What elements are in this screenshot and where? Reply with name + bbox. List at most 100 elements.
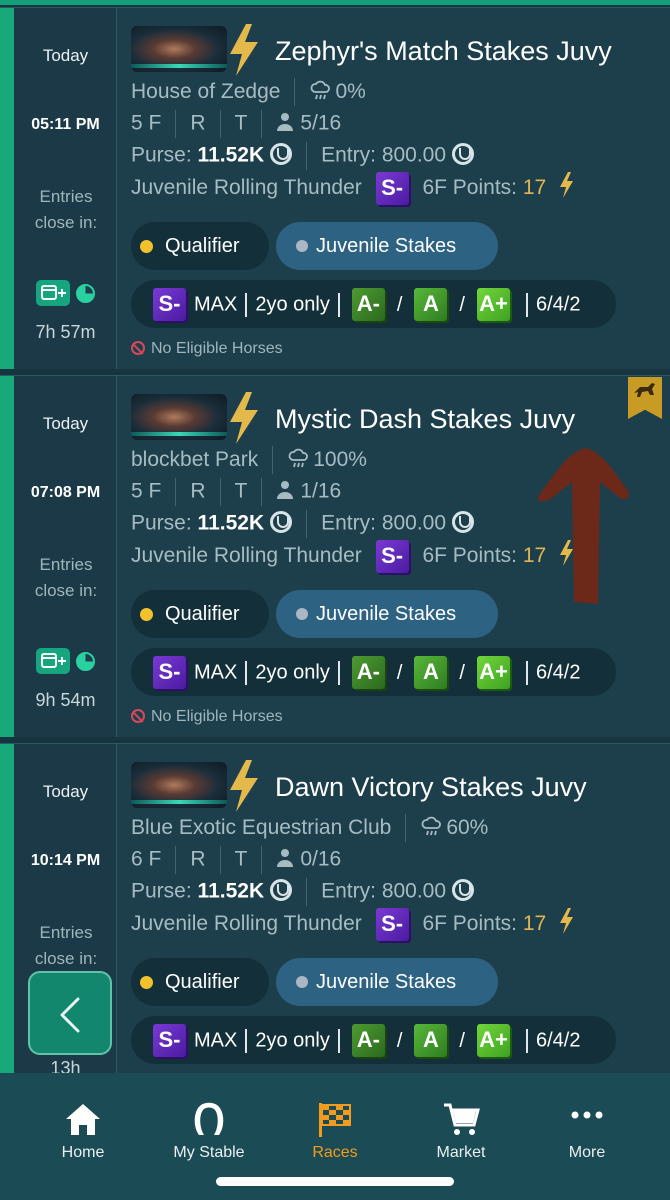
person-icon xyxy=(276,848,300,874)
nav-my-stable[interactable]: My Stable xyxy=(142,1073,276,1173)
points-value: 17 xyxy=(522,176,547,200)
grade-separator: / xyxy=(396,661,403,684)
points-label: 6F Points: xyxy=(422,176,517,200)
payout-split: 6/4/2 xyxy=(535,661,581,684)
race-day: Today xyxy=(42,414,89,433)
req-class-badge: S- xyxy=(153,1024,186,1058)
entry-fee: 800.00 xyxy=(381,143,447,167)
purse-value: 11.52K xyxy=(197,143,265,167)
class-badge: S- xyxy=(375,540,409,573)
more-dots-icon xyxy=(571,1111,603,1119)
purse-label: Purse: xyxy=(131,879,192,903)
race-banner-image xyxy=(131,394,227,440)
race-distance: 5 F xyxy=(131,479,162,503)
points-bolt-icon xyxy=(558,908,576,940)
rain-chance: 0% xyxy=(335,80,366,103)
coin-icon xyxy=(452,510,475,533)
req-age: 2yo only xyxy=(255,661,330,684)
grade-badge: A xyxy=(414,288,448,322)
race-banner-image xyxy=(131,762,227,808)
race-distance: 5 F xyxy=(131,111,162,135)
nav-market[interactable]: Market xyxy=(394,1073,528,1173)
nav-races-label: Races xyxy=(312,1144,358,1161)
class-badge: S- xyxy=(375,172,409,205)
rain-icon xyxy=(309,78,335,108)
purse-row: Purse: 11.52K Entry: 800.00 xyxy=(131,510,475,538)
track-r: R xyxy=(190,111,206,135)
grade-badge: A+ xyxy=(476,1024,510,1058)
nav-races[interactable]: Races xyxy=(268,1073,402,1173)
qualifier-tag[interactable]: Qualifier xyxy=(131,958,269,1006)
series-row: Juvenile Rolling Thunder S- 6F Points: 1… xyxy=(131,172,576,205)
grade-separator: / xyxy=(396,1029,403,1052)
juvenile-stakes-tag[interactable]: Juvenile Stakes xyxy=(276,958,498,1006)
venue-row: House of Zedge 0% xyxy=(131,78,366,108)
juvenile-stakes-tag[interactable]: Juvenile Stakes xyxy=(276,222,498,270)
juvenile-stakes-tag[interactable]: Juvenile Stakes xyxy=(276,590,498,638)
series-row: Juvenile Rolling Thunder S- 6F Points: 1… xyxy=(131,540,576,573)
qualifier-tag[interactable]: Qualifier xyxy=(131,222,269,270)
track-row: 6 F R T 0/16 xyxy=(131,846,341,874)
race-banner-image xyxy=(131,26,227,72)
race-time: 05:11 PM xyxy=(31,116,100,133)
entry-label: Entry: xyxy=(321,879,376,903)
no-eligible-notice: No Eligible Horses xyxy=(131,708,283,726)
payout-split: 6/4/2 xyxy=(535,1029,581,1052)
points-label: 6F Points: xyxy=(422,544,517,568)
entries-close-label: Entries close in: xyxy=(34,187,98,232)
series-name: Juvenile Rolling Thunder xyxy=(131,544,362,568)
grade-separator: / xyxy=(459,661,465,684)
points-bolt-icon xyxy=(558,172,576,204)
lightning-bolt-icon xyxy=(230,392,258,444)
no-eligible-notice: No Eligible Horses xyxy=(131,340,283,358)
race-title[interactable]: Zephyr's Match Stakes Juvy xyxy=(275,36,612,67)
nav-more[interactable]: More xyxy=(520,1073,654,1173)
req-max: MAX xyxy=(194,1029,238,1052)
venue-name: Blue Exotic Equestrian Club xyxy=(131,816,392,839)
prohibited-icon xyxy=(131,341,145,355)
entry-fee: 800.00 xyxy=(381,879,447,903)
req-max: MAX xyxy=(194,293,238,316)
coin-icon xyxy=(270,878,293,901)
purse-value: 11.52K xyxy=(197,879,265,903)
purse-row: Purse: 11.52K Entry: 800.00 xyxy=(131,878,475,906)
race-time-column: Today 05:11 PM Entries close in: 7h 57m xyxy=(14,8,117,369)
race-day: Today xyxy=(42,782,89,801)
entrant-count: 1/16 xyxy=(300,479,342,503)
race-distance: 6 F xyxy=(131,847,162,871)
race-title[interactable]: Mystic Dash Stakes Juvy xyxy=(275,404,575,435)
req-class-badge: S- xyxy=(153,656,186,690)
checkered-flag-icon xyxy=(319,1103,351,1137)
race-card[interactable]: Today 05:11 PM Entries close in: 7h 57m … xyxy=(0,7,670,369)
qualifier-tag[interactable]: Qualifier xyxy=(131,590,269,638)
app-screen: Today 05:11 PM Entries close in: 7h 57m … xyxy=(0,0,670,1200)
venue-row: Blue Exotic Equestrian Club 60% xyxy=(131,814,488,844)
entry-fee: 800.00 xyxy=(381,511,447,535)
coin-icon xyxy=(270,142,293,165)
lightning-bolt-icon xyxy=(230,760,258,812)
nav-market-label: Market xyxy=(436,1144,486,1161)
entry-label: Entry: xyxy=(321,143,376,167)
card-accent-bar xyxy=(0,744,14,1105)
points-value: 17 xyxy=(522,912,547,936)
back-button[interactable] xyxy=(28,971,112,1055)
purse-label: Purse: xyxy=(131,143,192,167)
grade-badge: A xyxy=(414,656,448,690)
timer-pie-icon xyxy=(76,284,95,303)
venue-name: blockbet Park xyxy=(131,448,259,471)
person-icon xyxy=(276,480,300,506)
grade-badge: A xyxy=(414,1024,448,1058)
series-row: Juvenile Rolling Thunder S- 6F Points: 1… xyxy=(131,908,576,941)
home-indicator[interactable] xyxy=(216,1177,454,1186)
requirements-bar: S- MAX 2yo only A- / A / A+ 6/4/2 xyxy=(131,648,616,696)
nav-home[interactable]: Home xyxy=(16,1073,150,1173)
calendar-timer-icons xyxy=(36,648,98,674)
grade-badge: A- xyxy=(351,288,385,322)
race-countdown: 7h 57m xyxy=(35,322,96,342)
grade-badge: A+ xyxy=(476,288,510,322)
top-accent-line xyxy=(0,0,670,5)
coin-icon xyxy=(270,510,293,533)
race-title[interactable]: Dawn Victory Stakes Juvy xyxy=(275,772,587,803)
nav-more-label: More xyxy=(568,1144,606,1161)
race-time: 10:14 PM xyxy=(30,852,101,869)
